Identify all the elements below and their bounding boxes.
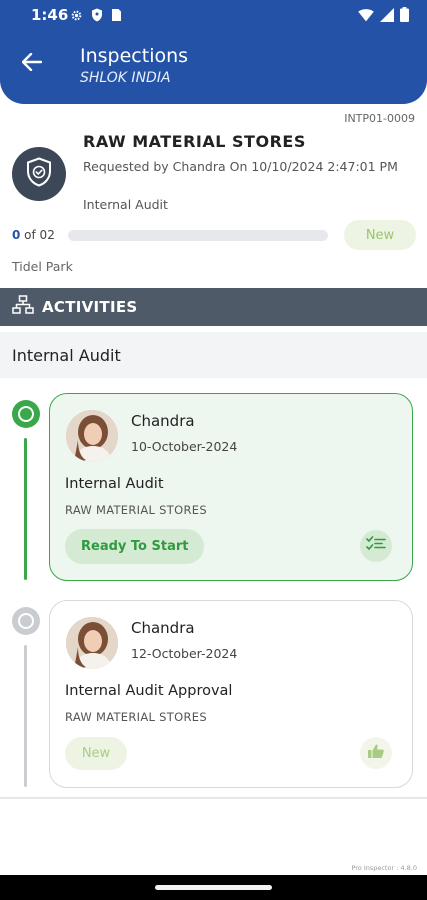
activity-card[interactable]: Chandra 12-October-2024 Internal Audit A…	[49, 600, 413, 788]
progress-bar	[68, 230, 328, 241]
version-text: Pro Inspector : 4.8.0	[351, 864, 417, 872]
inspection-avatar	[12, 147, 66, 201]
assignee-name: Chandra	[131, 619, 195, 637]
thumbs-up-icon	[367, 743, 385, 763]
activity-title: Internal Audit Approval	[65, 683, 233, 699]
request-id: INTP01-0009	[344, 112, 415, 125]
shield-status-icon	[91, 7, 103, 26]
wifi-icon	[358, 7, 374, 26]
activity-date: 10-October-2024	[131, 439, 238, 454]
activities-header: ACTIVITIES	[0, 288, 427, 326]
audit-type: Internal Audit	[83, 197, 168, 212]
page-subtitle: SHLOK INDIA	[80, 70, 171, 86]
status-bar: 1:46	[0, 0, 427, 30]
activity-section-title: Internal Audit	[12, 345, 121, 365]
activity-title: Internal Audit	[65, 476, 164, 492]
settings-icon	[70, 7, 83, 26]
progress-total: of 02	[20, 228, 55, 242]
back-button[interactable]	[16, 50, 48, 78]
gesture-handle[interactable]	[155, 885, 272, 890]
activity-card[interactable]: Chandra 10-October-2024 Internal Audit R…	[49, 393, 413, 581]
location-text: Tidel Park	[12, 259, 73, 274]
activity-section: Internal Audit	[0, 332, 427, 378]
activity-store: RAW MATERIAL STORES	[65, 710, 207, 724]
assignee-name: Chandra	[131, 412, 195, 430]
activity-date: 12-October-2024	[131, 646, 238, 661]
checklist-icon	[366, 535, 386, 557]
timeline-dot-pending	[12, 607, 40, 635]
activity-status-badge: New	[65, 737, 127, 770]
hierarchy-icon	[12, 295, 34, 319]
activities-label: ACTIVITIES	[42, 298, 138, 316]
ready-to-start-button[interactable]: Ready To Start	[65, 529, 205, 564]
timeline-line-active	[24, 438, 27, 580]
progress-count: 0 of 02	[12, 228, 55, 242]
status-badge: New	[344, 220, 416, 250]
activity-store: RAW MATERIAL STORES	[65, 503, 207, 517]
battery-icon	[400, 7, 409, 26]
signal-icon	[380, 7, 394, 26]
avatar	[66, 617, 118, 669]
shield-check-icon	[26, 157, 52, 191]
sim-card-icon	[111, 7, 122, 26]
timeline-line-pending	[24, 645, 27, 787]
store-title: RAW MATERIAL STORES	[83, 132, 306, 151]
approve-button[interactable]	[360, 737, 392, 769]
list-divider	[0, 797, 427, 799]
timeline-dot-active	[12, 400, 40, 428]
page-title: Inspections	[80, 45, 189, 67]
status-time: 1:46	[31, 6, 69, 24]
checklist-button[interactable]	[360, 530, 392, 562]
avatar	[66, 410, 118, 462]
app-bar: 1:46 Inspections SHLOK INDIA	[0, 0, 427, 104]
requested-by-text: Requested by Chandra On 10/10/2024 2:47:…	[83, 159, 398, 174]
arrow-left-icon	[21, 52, 43, 75]
